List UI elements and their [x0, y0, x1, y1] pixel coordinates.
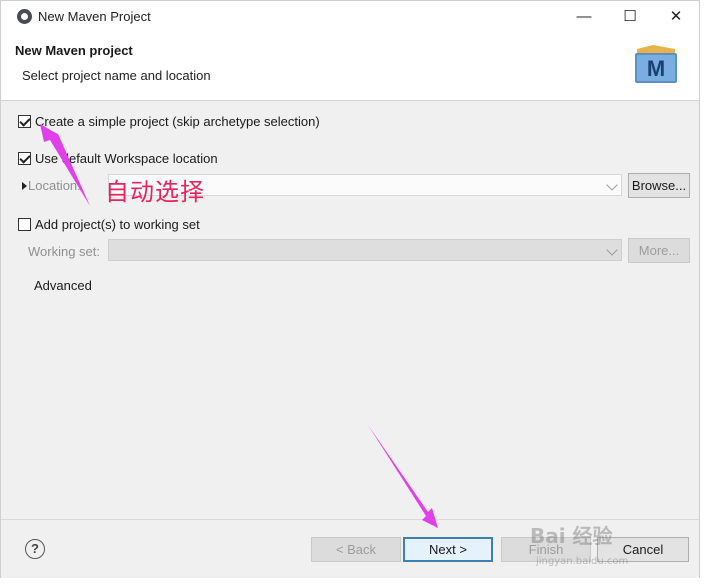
- page-title: New Maven project: [15, 43, 133, 58]
- default-workspace-option[interactable]: Use default Workspace location: [18, 149, 218, 167]
- working-set-combo[interactable]: [108, 239, 622, 261]
- maven-logo-letter: M: [647, 56, 665, 81]
- chevron-down-icon: [606, 244, 618, 256]
- eclipse-icon: [17, 9, 32, 24]
- simple-project-option[interactable]: Create a simple project (skip archetype …: [18, 112, 320, 130]
- browse-button[interactable]: Browse...: [628, 173, 690, 198]
- wizard-content: Create a simple project (skip archetype …: [1, 101, 699, 519]
- dialog-window: New Maven Project — ☐ ✕ New Maven projec…: [0, 0, 700, 578]
- maven-logo-icon: M: [635, 45, 677, 83]
- annotation-text: 自动选择: [105, 178, 205, 206]
- window-title: New Maven Project: [38, 9, 151, 24]
- minimize-icon[interactable]: —: [561, 1, 607, 33]
- default-workspace-checkbox[interactable]: [18, 151, 31, 165]
- default-workspace-label: Use default Workspace location: [35, 150, 218, 166]
- title-bar: New Maven Project — ☐ ✕: [1, 1, 699, 33]
- location-label: Location:: [28, 178, 81, 193]
- watermark: Bai 经验: [530, 524, 613, 548]
- working-set-option[interactable]: Add project(s) to working set: [18, 215, 200, 233]
- watermark-subtext: jingyan.baidu.com: [536, 556, 629, 567]
- help-icon[interactable]: ?: [25, 539, 45, 559]
- next-button[interactable]: Next >: [403, 537, 493, 562]
- chevron-down-icon: [606, 179, 618, 191]
- more-button[interactable]: More...: [628, 238, 690, 263]
- simple-project-label: Create a simple project (skip archetype …: [35, 113, 320, 129]
- working-set-checkbox-label: Add project(s) to working set: [35, 216, 200, 232]
- page-subtitle: Select project name and location: [22, 68, 211, 83]
- working-set-checkbox[interactable]: [18, 217, 31, 231]
- wizard-header: New Maven project Select project name an…: [1, 33, 699, 101]
- close-icon[interactable]: ✕: [653, 1, 699, 33]
- expand-triangle-icon[interactable]: [22, 182, 27, 190]
- simple-project-checkbox[interactable]: [18, 114, 31, 128]
- back-button[interactable]: < Back: [311, 537, 401, 562]
- working-set-label: Working set:: [28, 244, 101, 259]
- advanced-section-toggle[interactable]: Advanced: [34, 278, 92, 293]
- maximize-icon[interactable]: ☐: [607, 1, 653, 33]
